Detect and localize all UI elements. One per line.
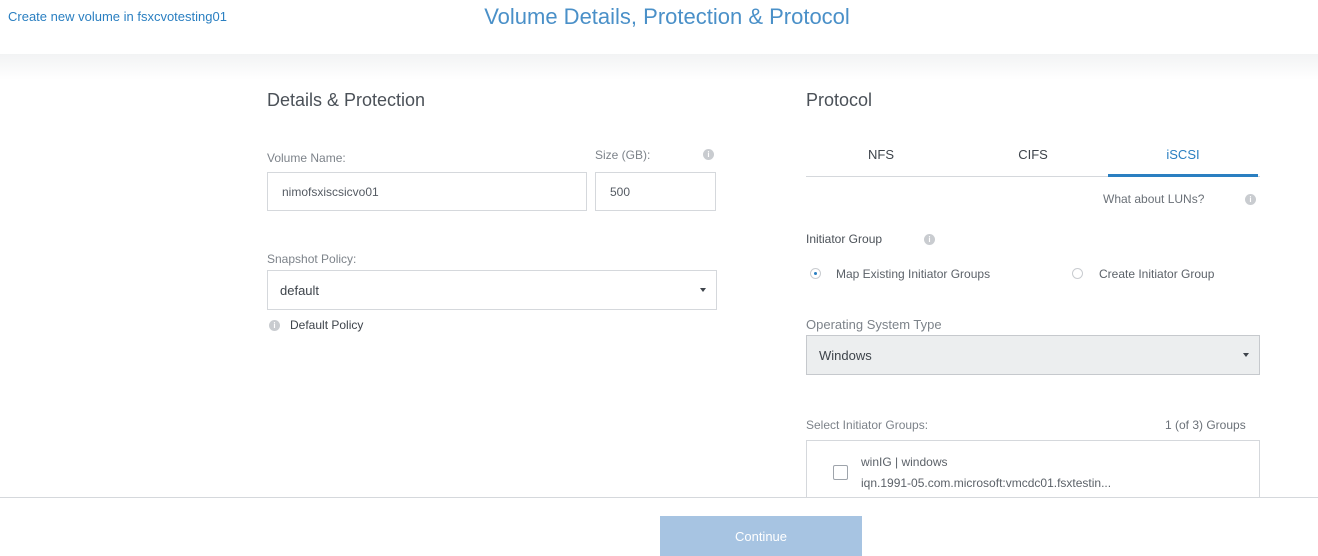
snapshot-policy-value: default	[280, 282, 320, 298]
page-title: Volume Details, Protection & Protocol	[484, 4, 850, 29]
protocol-section-title: Protocol	[806, 90, 873, 110]
size-label: Size (GB):	[595, 148, 651, 162]
create-group-label[interactable]: Create Initiator Group	[1099, 267, 1214, 281]
tab-nfs[interactable]: NFS	[806, 147, 956, 177]
info-icon: i	[924, 234, 935, 245]
os-type-label: Operating System Type	[806, 317, 942, 332]
snapshot-policy-help: Default Policy	[290, 318, 364, 332]
create-volume-page: Create new volume in fsxcvotesting01 Vol…	[0, 0, 1318, 556]
info-icon: i	[269, 320, 280, 331]
map-existing-radio[interactable]	[810, 268, 821, 279]
tab-iscsi[interactable]: iSCSI	[1108, 147, 1258, 177]
snapshot-policy-select[interactable]: default	[267, 270, 717, 310]
info-icon: i	[1245, 194, 1256, 205]
details-section-title: Details & Protection	[267, 90, 426, 110]
tab-cifs[interactable]: CIFS	[958, 147, 1108, 177]
footer-divider	[0, 497, 1318, 498]
luns-help-link[interactable]: What about LUNs?	[1103, 192, 1204, 206]
snapshot-policy-label: Snapshot Policy:	[267, 252, 357, 266]
select-groups-label: Select Initiator Groups:	[806, 418, 929, 432]
chevron-down-icon	[1243, 353, 1249, 357]
os-type-value: Windows	[819, 347, 872, 363]
continue-button[interactable]: Continue	[660, 516, 862, 556]
os-type-select[interactable]: Windows	[806, 335, 1260, 375]
header-shadow	[0, 54, 1318, 80]
volume-name-label: Volume Name:	[267, 151, 346, 165]
create-group-radio[interactable]	[1072, 268, 1083, 279]
group-name: winIG | windows	[861, 455, 948, 469]
group-iqn: iqn.1991-05.com.microsoft:vmcdc01.fsxtes…	[861, 476, 1112, 490]
map-existing-label[interactable]: Map Existing Initiator Groups	[836, 267, 990, 281]
size-input[interactable]: 500	[595, 172, 716, 211]
groups-count: 1 (of 3) Groups	[1165, 418, 1246, 432]
volume-name-input[interactable]: nimofsxiscsicvo01	[267, 172, 587, 211]
info-icon: i	[703, 149, 714, 160]
chevron-down-icon	[700, 288, 706, 292]
initiator-group-label: Initiator Group	[806, 232, 883, 246]
group-checkbox[interactable]	[833, 465, 848, 480]
